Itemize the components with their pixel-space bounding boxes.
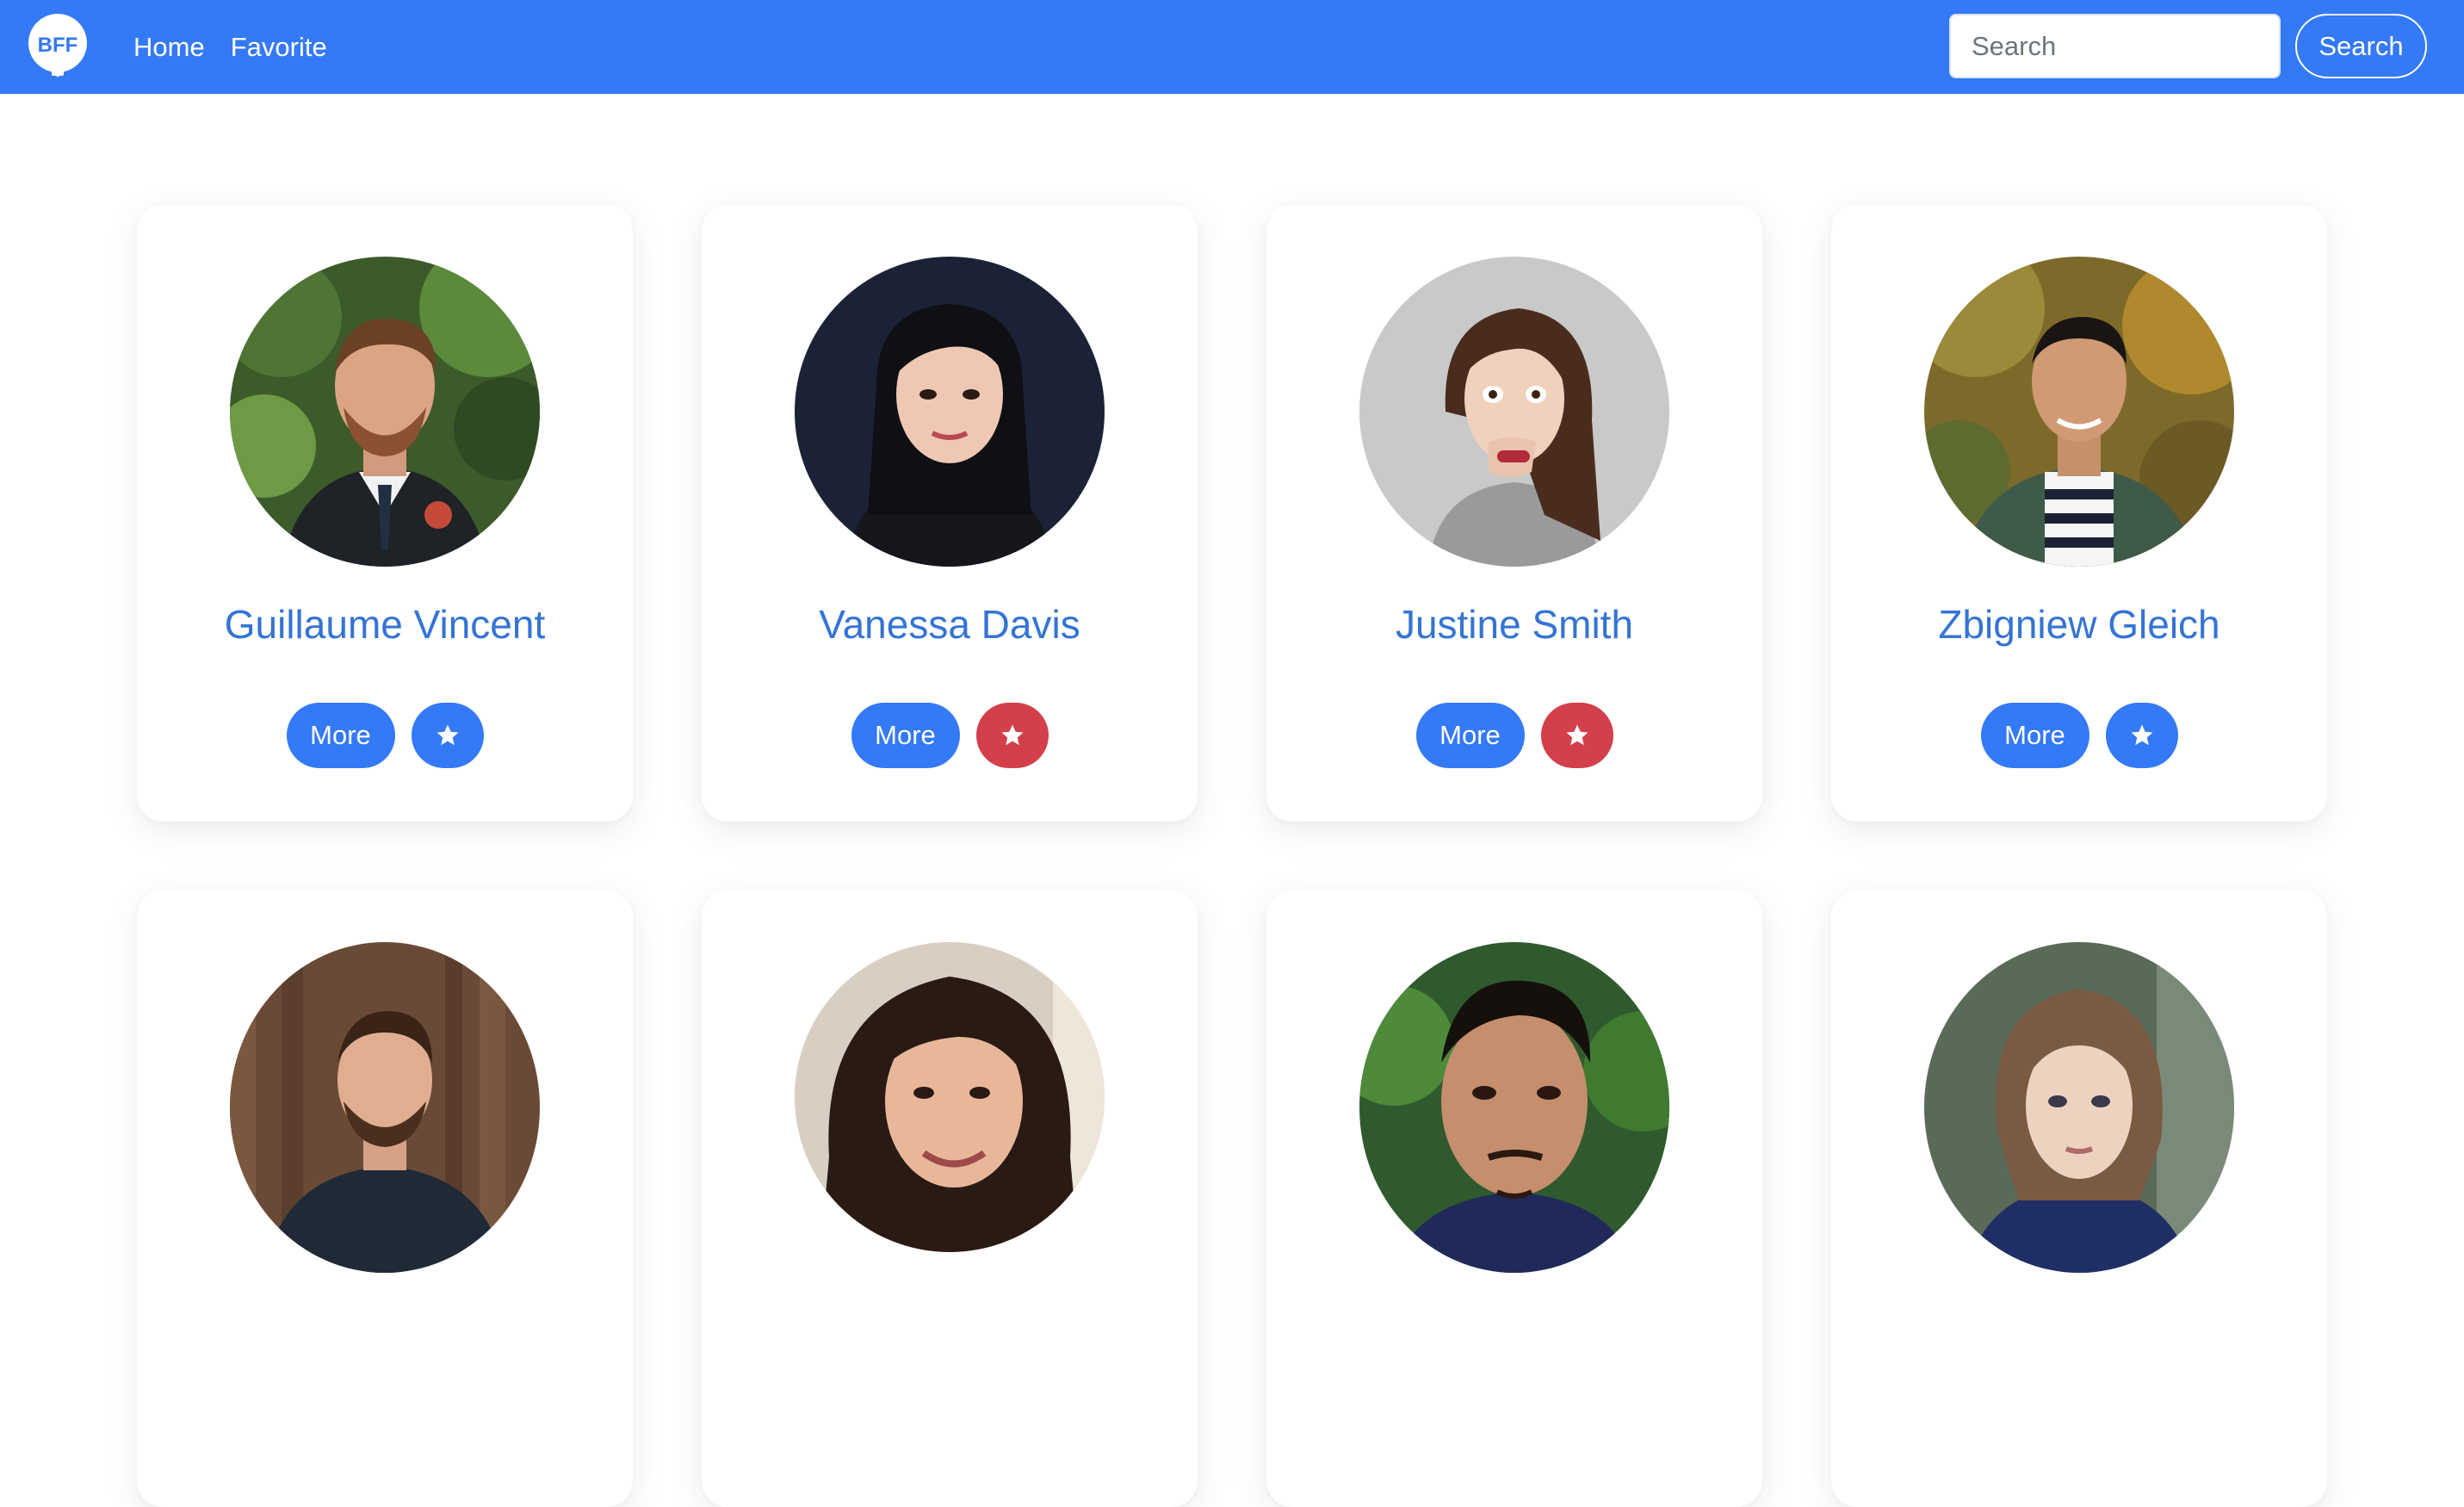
avatar[interactable] [230, 942, 540, 1273]
star-icon [1001, 724, 1023, 746]
favorite-button[interactable] [2105, 703, 2178, 768]
friend-card [1831, 890, 2327, 1507]
friend-card: Guillaume Vincent More [137, 205, 633, 822]
more-button[interactable]: More [1980, 703, 2089, 768]
avatar[interactable] [230, 257, 540, 567]
more-button[interactable]: More [851, 703, 960, 768]
friend-card [702, 890, 1198, 1507]
card-actions: More [137, 703, 633, 768]
avatar-photo [795, 942, 1105, 1252]
avatar[interactable] [1924, 942, 2234, 1273]
star-icon [1566, 724, 1588, 746]
avatar-photo [795, 257, 1105, 567]
friend-card: Vanessa Davis More [702, 205, 1198, 822]
card-actions: More [702, 703, 1198, 768]
friend-name[interactable]: Vanessa Davis [702, 601, 1198, 648]
more-button[interactable]: More [286, 703, 395, 768]
card-actions: More [1266, 703, 1762, 768]
favorite-button[interactable] [975, 703, 1049, 768]
avatar-photo [1924, 257, 2234, 567]
favorite-button[interactable] [411, 703, 484, 768]
friend-card [137, 890, 633, 1507]
star-icon [436, 724, 458, 746]
friends-grid: Guillaume Vincent More Vanessa Davis Mor… [0, 0, 2464, 1507]
friend-name[interactable]: Justine Smith [1266, 601, 1762, 648]
card-actions: More [1831, 703, 2327, 768]
friend-name[interactable]: Zbigniew Gleich [1831, 601, 2327, 648]
avatar-photo [1359, 257, 1669, 567]
friend-card: Justine Smith More [1266, 205, 1762, 822]
avatar[interactable] [1359, 942, 1669, 1273]
friend-card [1266, 890, 1762, 1507]
avatar-photo [230, 257, 540, 567]
more-button[interactable]: More [1415, 703, 1525, 768]
avatar[interactable] [1924, 257, 2234, 567]
friend-card: Zbigniew Gleich More [1831, 205, 2327, 822]
favorite-button[interactable] [1540, 703, 1613, 768]
star-icon [2131, 724, 2152, 746]
avatar-photo [1359, 942, 1669, 1273]
avatar[interactable] [795, 942, 1105, 1252]
avatar-photo [230, 942, 540, 1273]
avatar-photo [1924, 942, 2234, 1273]
avatar[interactable] [1359, 257, 1669, 567]
friend-name[interactable]: Guillaume Vincent [137, 601, 633, 648]
avatar[interactable] [795, 257, 1105, 567]
